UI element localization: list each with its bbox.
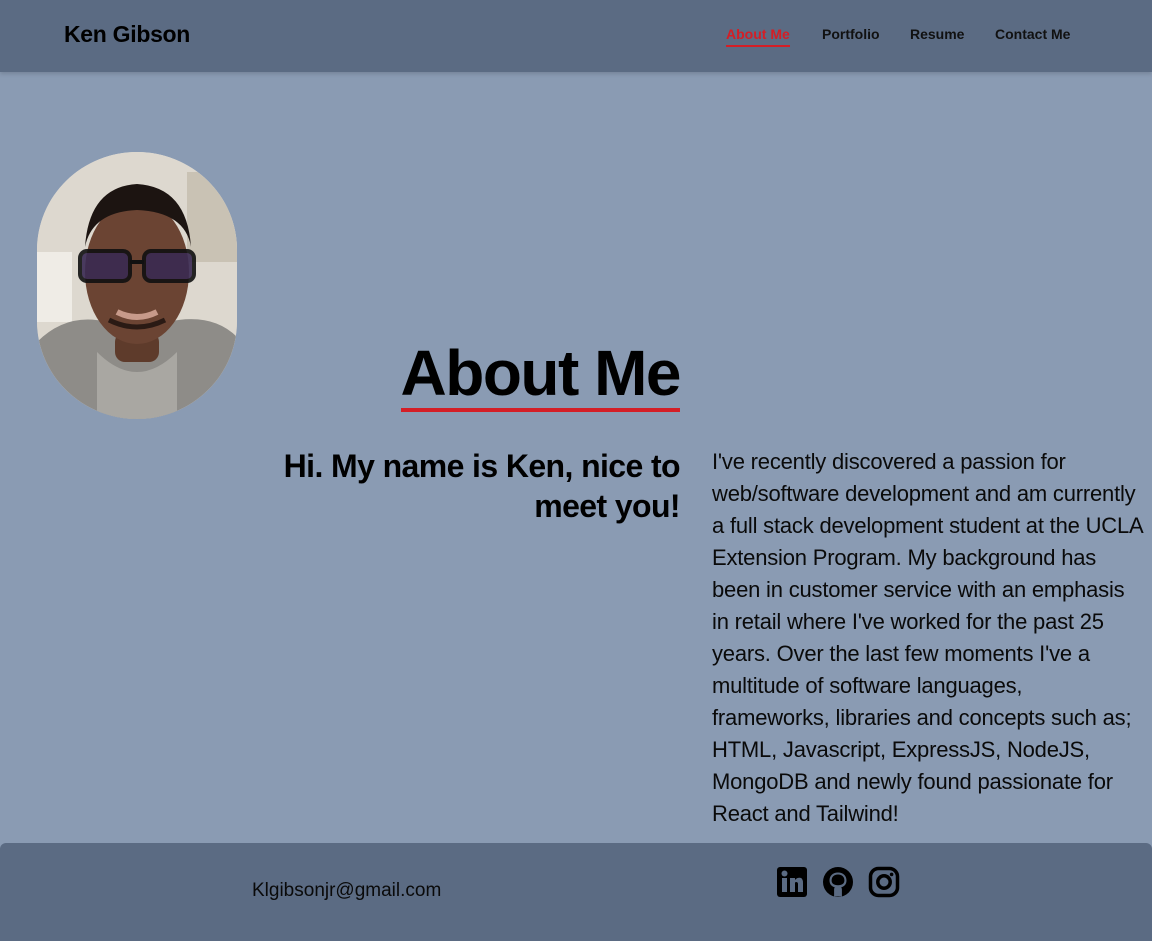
- nav-link-portfolio[interactable]: Portfolio: [822, 26, 880, 45]
- footer: Klgibsonjr@gmail.com: [0, 843, 1152, 941]
- profile-photo-illustration: [37, 152, 237, 419]
- bio-paragraph: I've recently discovered a passion for w…: [712, 449, 1143, 826]
- instagram-icon[interactable]: [868, 866, 900, 898]
- nav-menu: About Me Portfolio Resume Contact Me: [0, 26, 1152, 50]
- github-icon[interactable]: [822, 866, 854, 898]
- page-title: About Me: [400, 340, 681, 412]
- top-navbar: Ken Gibson About Me Portfolio Resume Con…: [0, 0, 1152, 72]
- email-link[interactable]: Klgibsonjr@gmail.com: [252, 880, 441, 902]
- linkedin-icon[interactable]: [776, 866, 808, 898]
- heading-container: About Me: [240, 340, 681, 412]
- nav-link-contact-me[interactable]: Contact Me: [995, 26, 1070, 45]
- nav-link-resume[interactable]: Resume: [910, 26, 964, 45]
- profile-photo: [37, 152, 237, 419]
- greeting-text: Hi. My name is Ken, nice to meet you!: [283, 448, 681, 524]
- nav-link-about-me[interactable]: About Me: [726, 26, 790, 47]
